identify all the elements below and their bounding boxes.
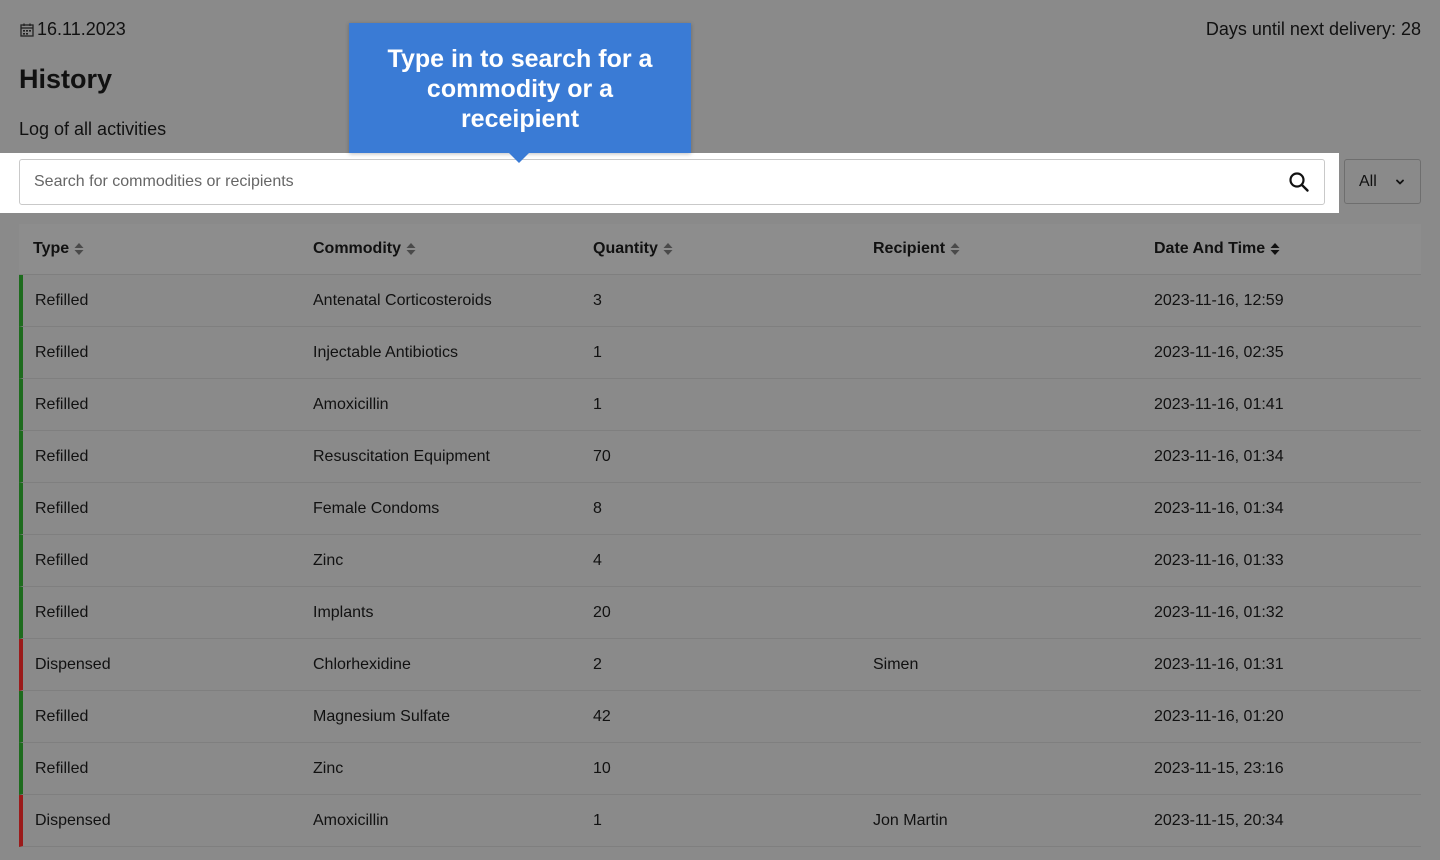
table-row[interactable]: Refilled Amoxicillin 1 2023-11-16, 01:41 bbox=[19, 379, 1421, 431]
column-header-label: Type bbox=[33, 240, 70, 257]
table-row[interactable]: Refilled Resuscitation Equipment 70 2023… bbox=[19, 431, 1421, 483]
cell-datetime: 2023-11-16, 01:34 bbox=[1154, 447, 1284, 465]
cell-datetime: 2023-11-16, 01:41 bbox=[1154, 395, 1284, 413]
table-row[interactable]: Refilled Female Condoms 8 2023-11-16, 01… bbox=[19, 483, 1421, 535]
sort-icon bbox=[406, 243, 416, 255]
cell-commodity: Magnesium Sulfate bbox=[313, 707, 450, 725]
page-subtitle: Log of all activities bbox=[19, 119, 167, 139]
cell-quantity: 20 bbox=[593, 603, 611, 621]
cell-commodity: Resuscitation Equipment bbox=[313, 447, 490, 465]
chevron-down-icon bbox=[1396, 179, 1404, 184]
cell-commodity: Amoxicillin bbox=[313, 811, 389, 829]
cell-commodity: Female Condoms bbox=[313, 499, 440, 517]
cell-quantity: 1 bbox=[593, 343, 602, 361]
cell-quantity: 4 bbox=[593, 551, 602, 569]
column-header-commodity[interactable]: Commodity bbox=[313, 240, 593, 258]
table-row[interactable]: Refilled Zinc 10 2023-11-15, 23:16 bbox=[19, 743, 1421, 795]
column-header-recipient[interactable]: Recipient bbox=[873, 240, 1154, 258]
cell-quantity: 2 bbox=[593, 655, 602, 673]
cell-type: Dispensed bbox=[35, 655, 111, 673]
column-header-label: Quantity bbox=[593, 240, 658, 257]
column-header-label: Date And Time bbox=[1154, 240, 1266, 257]
cell-type: Refilled bbox=[35, 499, 89, 517]
search-icon[interactable] bbox=[1288, 171, 1310, 193]
cell-commodity: Zinc bbox=[313, 759, 344, 777]
search-bar[interactable] bbox=[19, 159, 1325, 205]
days-until-delivery: Days until next delivery: 28 bbox=[1205, 19, 1421, 39]
type-filter-dropdown[interactable]: All bbox=[1344, 159, 1421, 204]
cell-quantity: 1 bbox=[593, 395, 602, 413]
table-row[interactable]: Refilled Injectable Antibiotics 1 2023-1… bbox=[19, 327, 1421, 379]
column-header-label: Recipient bbox=[873, 240, 946, 257]
calendar-icon bbox=[20, 23, 34, 37]
cell-quantity: 42 bbox=[593, 707, 611, 725]
cell-commodity: Amoxicillin bbox=[313, 395, 389, 413]
column-header-quantity[interactable]: Quantity bbox=[593, 240, 873, 258]
history-table: Type Commodity Quantity Recipient Date A… bbox=[19, 224, 1421, 847]
table-row[interactable]: Refilled Implants 20 2023-11-16, 01:32 bbox=[19, 587, 1421, 639]
cell-type: Refilled bbox=[35, 759, 89, 777]
cell-type: Refilled bbox=[35, 395, 89, 413]
table-row[interactable]: Refilled Zinc 4 2023-11-16, 01:33 bbox=[19, 535, 1421, 587]
table-header: Type Commodity Quantity Recipient Date A… bbox=[19, 224, 1421, 275]
page-title: History bbox=[19, 64, 113, 94]
table-row[interactable]: Dispensed Amoxicillin 1 Jon Martin 2023-… bbox=[19, 795, 1421, 847]
cell-datetime: 2023-11-16, 01:32 bbox=[1154, 603, 1284, 621]
search-input[interactable] bbox=[34, 173, 1288, 191]
cell-quantity: 1 bbox=[593, 811, 602, 829]
cell-type: Refilled bbox=[35, 551, 89, 569]
cell-type: Refilled bbox=[35, 291, 89, 309]
cell-commodity: Implants bbox=[313, 603, 374, 621]
cell-quantity: 10 bbox=[593, 759, 611, 777]
cell-type: Refilled bbox=[35, 603, 89, 621]
cell-commodity: Injectable Antibiotics bbox=[313, 343, 458, 361]
sort-icon bbox=[1270, 243, 1280, 255]
cell-recipient: Jon Martin bbox=[873, 811, 948, 829]
current-date: 16.11.2023 bbox=[20, 19, 126, 40]
search-tooltip: Type in to search for a commodity or a r… bbox=[349, 23, 691, 163]
cell-type: Refilled bbox=[35, 447, 89, 465]
cell-type: Dispensed bbox=[35, 811, 111, 829]
cell-commodity: Zinc bbox=[313, 551, 344, 569]
tooltip-line-2: commodity or a bbox=[426, 75, 614, 103]
cell-datetime: 2023-11-16, 01:31 bbox=[1154, 655, 1284, 673]
cell-datetime: 2023-11-16, 01:34 bbox=[1154, 499, 1284, 517]
tooltip-line-3: receipient bbox=[460, 105, 580, 133]
cell-datetime: 2023-11-16, 01:20 bbox=[1154, 707, 1284, 725]
cell-datetime: 2023-11-16, 02:35 bbox=[1154, 343, 1284, 361]
cell-quantity: 70 bbox=[593, 447, 611, 465]
column-header-date-and-time[interactable]: Date And Time bbox=[1154, 240, 1421, 258]
cell-quantity: 3 bbox=[593, 291, 602, 309]
tooltip-line-1: Type in to search for a bbox=[387, 45, 653, 73]
sort-icon bbox=[663, 243, 673, 255]
sort-icon bbox=[74, 243, 84, 255]
cell-type: Refilled bbox=[35, 707, 89, 725]
cell-datetime: 2023-11-16, 12:59 bbox=[1154, 291, 1284, 309]
table-row[interactable]: Refilled Magnesium Sulfate 42 2023-11-16… bbox=[19, 691, 1421, 743]
sort-icon bbox=[950, 243, 960, 255]
cell-datetime: 2023-11-15, 23:16 bbox=[1154, 759, 1284, 777]
cell-datetime: 2023-11-15, 20:34 bbox=[1154, 811, 1284, 829]
type-filter-value: All bbox=[1359, 172, 1377, 190]
cell-quantity: 8 bbox=[593, 499, 602, 517]
cell-commodity: Antenatal Corticosteroids bbox=[313, 291, 492, 309]
column-header-type[interactable]: Type bbox=[19, 240, 313, 258]
search-highlight bbox=[0, 153, 1339, 213]
cell-type: Refilled bbox=[35, 343, 89, 361]
table-row[interactable]: Dispensed Chlorhexidine 2 Simen 2023-11-… bbox=[19, 639, 1421, 691]
cell-datetime: 2023-11-16, 01:33 bbox=[1154, 551, 1284, 569]
current-date-text: 16.11.2023 bbox=[37, 19, 126, 39]
cell-recipient: Simen bbox=[873, 655, 919, 673]
column-header-label: Commodity bbox=[313, 240, 401, 257]
cell-commodity: Chlorhexidine bbox=[313, 655, 411, 673]
table-row[interactable]: Refilled Antenatal Corticosteroids 3 202… bbox=[19, 275, 1421, 327]
